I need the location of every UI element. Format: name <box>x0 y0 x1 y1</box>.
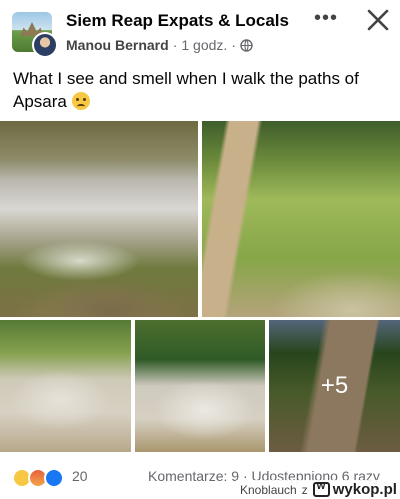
photo-2[interactable] <box>202 121 400 317</box>
reaction-count[interactable]: 20 <box>72 468 88 484</box>
meta-separator: · <box>172 37 178 53</box>
photo-5-more[interactable]: +5 <box>269 320 400 452</box>
more-photos-count: +5 <box>320 372 349 399</box>
author-name[interactable]: Manou Bernard <box>66 37 169 53</box>
watermark-user: Knoblauch <box>240 482 297 497</box>
sad-emoji-icon <box>71 92 90 110</box>
post-text: What I see and smell when I walk the pat… <box>13 67 393 113</box>
like-reaction-icon <box>44 468 64 488</box>
meta-separator: · <box>231 37 236 53</box>
post-meta: Manou Bernard · 1 godz. · <box>66 37 253 53</box>
wykop-logo: wykop.pl <box>312 480 397 498</box>
group-name[interactable]: Siem Reap Expats & Locals <box>66 11 289 31</box>
photo-3[interactable] <box>0 320 131 452</box>
close-icon[interactable] <box>364 6 392 34</box>
photo-1[interactable] <box>0 121 198 317</box>
watermark-site: wykop.pl <box>332 481 397 498</box>
more-icon[interactable]: ••• <box>312 8 340 32</box>
wykop-icon <box>312 480 330 497</box>
photo-4[interactable] <box>135 320 265 452</box>
post-time[interactable]: 1 godz. <box>181 37 227 53</box>
watermark: Knoblauch z wykop.pl <box>236 480 397 499</box>
watermark-z: z <box>301 482 308 497</box>
post-header: Siem Reap Expats & Locals Manou Bernard … <box>0 0 400 62</box>
group-avatar[interactable] <box>12 12 60 58</box>
user-avatar[interactable] <box>32 32 58 58</box>
post-text-content: What I see and smell when I walk the pat… <box>13 69 359 111</box>
globe-icon <box>240 38 253 52</box>
reaction-icons[interactable] <box>12 468 64 488</box>
